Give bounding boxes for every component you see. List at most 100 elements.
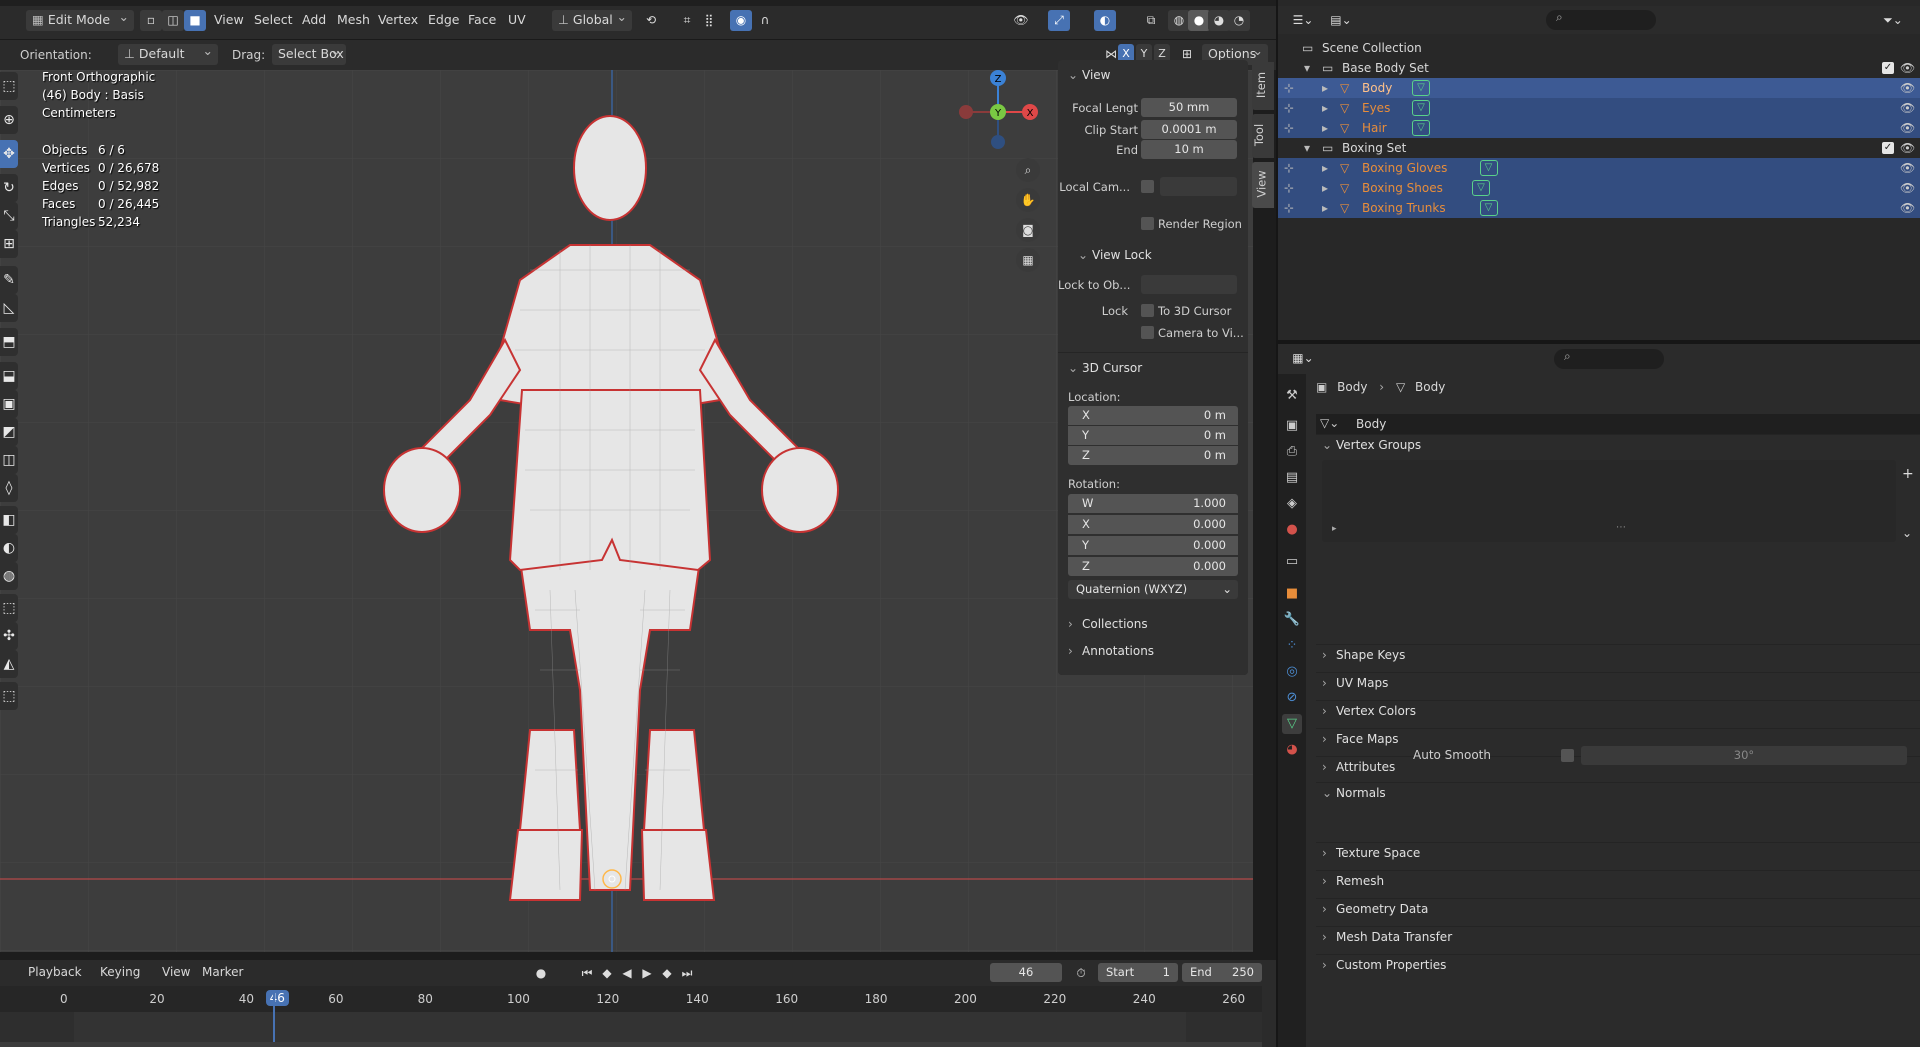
outliner-scene-collection[interactable]: ▭ Scene Collection [1278, 38, 1920, 58]
eye-icon[interactable]: 👁 [1900, 81, 1915, 95]
cursor-rotation-z-field[interactable]: Z 0.000 [1068, 557, 1238, 576]
collection-tab-icon[interactable]: ▭ [1282, 552, 1302, 572]
edit-mode-icon[interactable]: ⊹ [1284, 181, 1294, 195]
timeline-menu-marker[interactable]: Marker [202, 965, 243, 979]
edit-mode-icon[interactable]: ⊹ [1284, 201, 1294, 215]
mesh-data-icon[interactable]: ▽ [1479, 200, 1498, 216]
section-geometry-data[interactable]: › Geometry Data [1322, 902, 1428, 916]
perspective-toggle-icon[interactable]: ▦ [1016, 248, 1040, 272]
annotate-tool-icon[interactable]: ✎ [0, 266, 18, 294]
cursor-rotation-y-field[interactable]: Y 0.000 [1068, 536, 1238, 555]
chevron-right-icon[interactable]: ▸ [1322, 121, 1328, 135]
menu-mesh[interactable]: Mesh [337, 12, 370, 27]
wireframe-shading-icon[interactable]: ◍ [1168, 10, 1190, 31]
mesh-data-icon[interactable]: ▽ [1412, 80, 1430, 96]
poly-build-tool-icon[interactable]: ◧ [0, 506, 18, 534]
section-uv-maps[interactable]: › UV Maps [1322, 676, 1388, 690]
xray-icon[interactable]: ⧉ [1140, 10, 1162, 31]
mesh-data-icon[interactable]: ▽ [1472, 180, 1490, 196]
pivot-icon[interactable]: ⟲ [640, 10, 662, 31]
zoom-icon[interactable]: ⌕ [1016, 158, 1040, 182]
jump-end-icon[interactable]: ⏭ [676, 963, 698, 984]
current-frame-field[interactable]: 46 [990, 963, 1062, 982]
section-vertex-colors[interactable]: › Vertex Colors [1322, 704, 1416, 718]
section-texture-space[interactable]: › Texture Space [1322, 846, 1420, 860]
eye-icon[interactable]: 👁 [1900, 101, 1915, 115]
gizmo-toggle-icon[interactable]: ⤢ [1048, 10, 1070, 31]
constraints-tab-icon[interactable]: ⊘ [1282, 688, 1302, 708]
timeline-menu-playback[interactable]: Playback [28, 965, 82, 979]
edit-mode-icon[interactable]: ⊹ [1284, 161, 1294, 175]
list-resize-handle[interactable]: ⋯ [1616, 522, 1626, 533]
smooth-tool-icon[interactable]: ◍ [0, 562, 18, 590]
particles-tab-icon[interactable]: ⁘ [1282, 636, 1302, 656]
outliner-object[interactable]: ⊹ ▸ ▽ Eyes ▽ 👁 [1278, 98, 1920, 118]
chevron-right-icon[interactable]: ▸ [1322, 101, 1328, 115]
face-select-icon[interactable]: ■ [184, 10, 206, 31]
tab-view[interactable]: View [1252, 162, 1274, 208]
snap-target-icon[interactable]: ⣿ [698, 10, 720, 31]
outliner-object[interactable]: ⊹ ▸ ▽ Hair ▽ 👁 [1278, 118, 1920, 138]
mode-selector[interactable]: ▦ Edit Mode [26, 9, 134, 31]
section-face-maps[interactable]: › Face Maps [1322, 732, 1399, 746]
rotate-tool-icon[interactable]: ↻ [0, 174, 18, 202]
knife-tool-icon[interactable]: ◊ [0, 474, 18, 502]
eye-icon[interactable]: 👁 [1900, 141, 1915, 155]
clip-start-field[interactable]: 0.0001 m [1141, 120, 1237, 139]
mesh-data-icon[interactable]: ▽ [1479, 160, 1498, 176]
end-frame-field[interactable]: End 250 [1182, 963, 1262, 982]
select-tool-icon[interactable]: ⬚ [0, 72, 18, 100]
timeline-menu-keying[interactable]: Keying [100, 965, 140, 979]
view-section-header[interactable]: ⌄ View [1068, 68, 1110, 82]
properties-editor-type-icon[interactable]: ▦⌄ [1288, 348, 1318, 369]
add-cube-tool-icon[interactable]: ⬒ [0, 328, 18, 356]
visibility-icon[interactable]: 👁 [1010, 10, 1032, 31]
vertex-groups-list[interactable]: ▸ ⋯ [1322, 460, 1896, 542]
cursor-rotation-x-field[interactable]: X 0.000 [1068, 515, 1238, 534]
outliner-editor-type-icon[interactable]: ☰⌄ [1288, 10, 1318, 31]
local-camera-checkbox[interactable] [1141, 180, 1154, 193]
play-reverse-icon[interactable]: ◀ [616, 963, 638, 984]
falloff-icon[interactable]: ∩ [754, 10, 776, 31]
outliner-search-input[interactable]: ⌕ [1546, 10, 1656, 30]
outliner-object[interactable]: ⊹ ▸ ▽ Boxing Trunks ▽ 👁 [1278, 198, 1920, 218]
auto-smooth-checkbox[interactable] [1561, 749, 1574, 762]
render-region-checkbox[interactable] [1141, 217, 1154, 230]
include-checkbox[interactable]: ✓ [1882, 142, 1894, 154]
outliner-collection[interactable]: ▾ ▭ Boxing Set ✓ 👁 [1278, 138, 1920, 158]
section-shape-keys[interactable]: › Shape Keys [1322, 648, 1405, 662]
menu-view[interactable]: View [214, 12, 244, 27]
edit-mode-icon[interactable]: ⊹ [1284, 101, 1294, 115]
move-tool-icon[interactable]: ✥ [0, 140, 18, 168]
render-tab-icon[interactable]: ▣ [1282, 416, 1302, 436]
focal-length-field[interactable]: 50 mm [1141, 98, 1237, 117]
collections-section-header[interactable]: › Collections [1068, 617, 1148, 631]
cursor-tool-icon[interactable]: ⊕ [0, 106, 18, 134]
rotation-mode-dropdown[interactable]: Quaternion (WXYZ) ⌄ [1068, 580, 1238, 599]
play-icon[interactable]: ▶ [636, 963, 658, 984]
mesh-data-icon[interactable]: ▽ [1412, 100, 1430, 116]
menu-uv[interactable]: UV [508, 12, 526, 27]
auto-smooth-angle-field[interactable]: 30° [1581, 746, 1907, 765]
tab-item[interactable]: Item [1252, 62, 1274, 110]
outliner-object[interactable]: ⊹ ▸ ▽ Body ▽ 👁 [1278, 78, 1920, 98]
overlay-toggle-icon[interactable]: ◐ [1094, 10, 1116, 31]
eye-icon[interactable]: 👁 [1900, 161, 1915, 175]
camera-to-view-checkbox[interactable] [1141, 326, 1154, 339]
start-frame-field[interactable]: Start 1 [1098, 963, 1178, 982]
section-mesh-data-transfer[interactable]: › Mesh Data Transfer [1322, 930, 1452, 944]
menu-select[interactable]: Select [254, 12, 293, 27]
outliner-object[interactable]: ⊹ ▸ ▽ Boxing Gloves ▽ 👁 [1278, 158, 1920, 178]
view-lock-section-header[interactable]: ⌄ View Lock [1078, 248, 1152, 262]
section-remesh[interactable]: › Remesh [1322, 874, 1384, 888]
rip-tool-icon[interactable]: ⬚ [0, 682, 18, 710]
cursor-location-z-field[interactable]: Z 0 m [1068, 446, 1238, 465]
object-tab-icon[interactable]: ■ [1282, 584, 1302, 604]
snap-icon[interactable]: ⌗ [676, 10, 698, 31]
drag-dropdown[interactable]: Select Box [272, 43, 346, 65]
next-keyframe-icon[interactable]: ◆ [656, 963, 678, 984]
shear-tool-icon[interactable]: ◭ [0, 650, 18, 678]
bevel-tool-icon[interactable]: ◩ [0, 418, 18, 446]
lock-to-object-field[interactable] [1141, 275, 1237, 294]
include-checkbox[interactable]: ✓ [1882, 62, 1894, 74]
